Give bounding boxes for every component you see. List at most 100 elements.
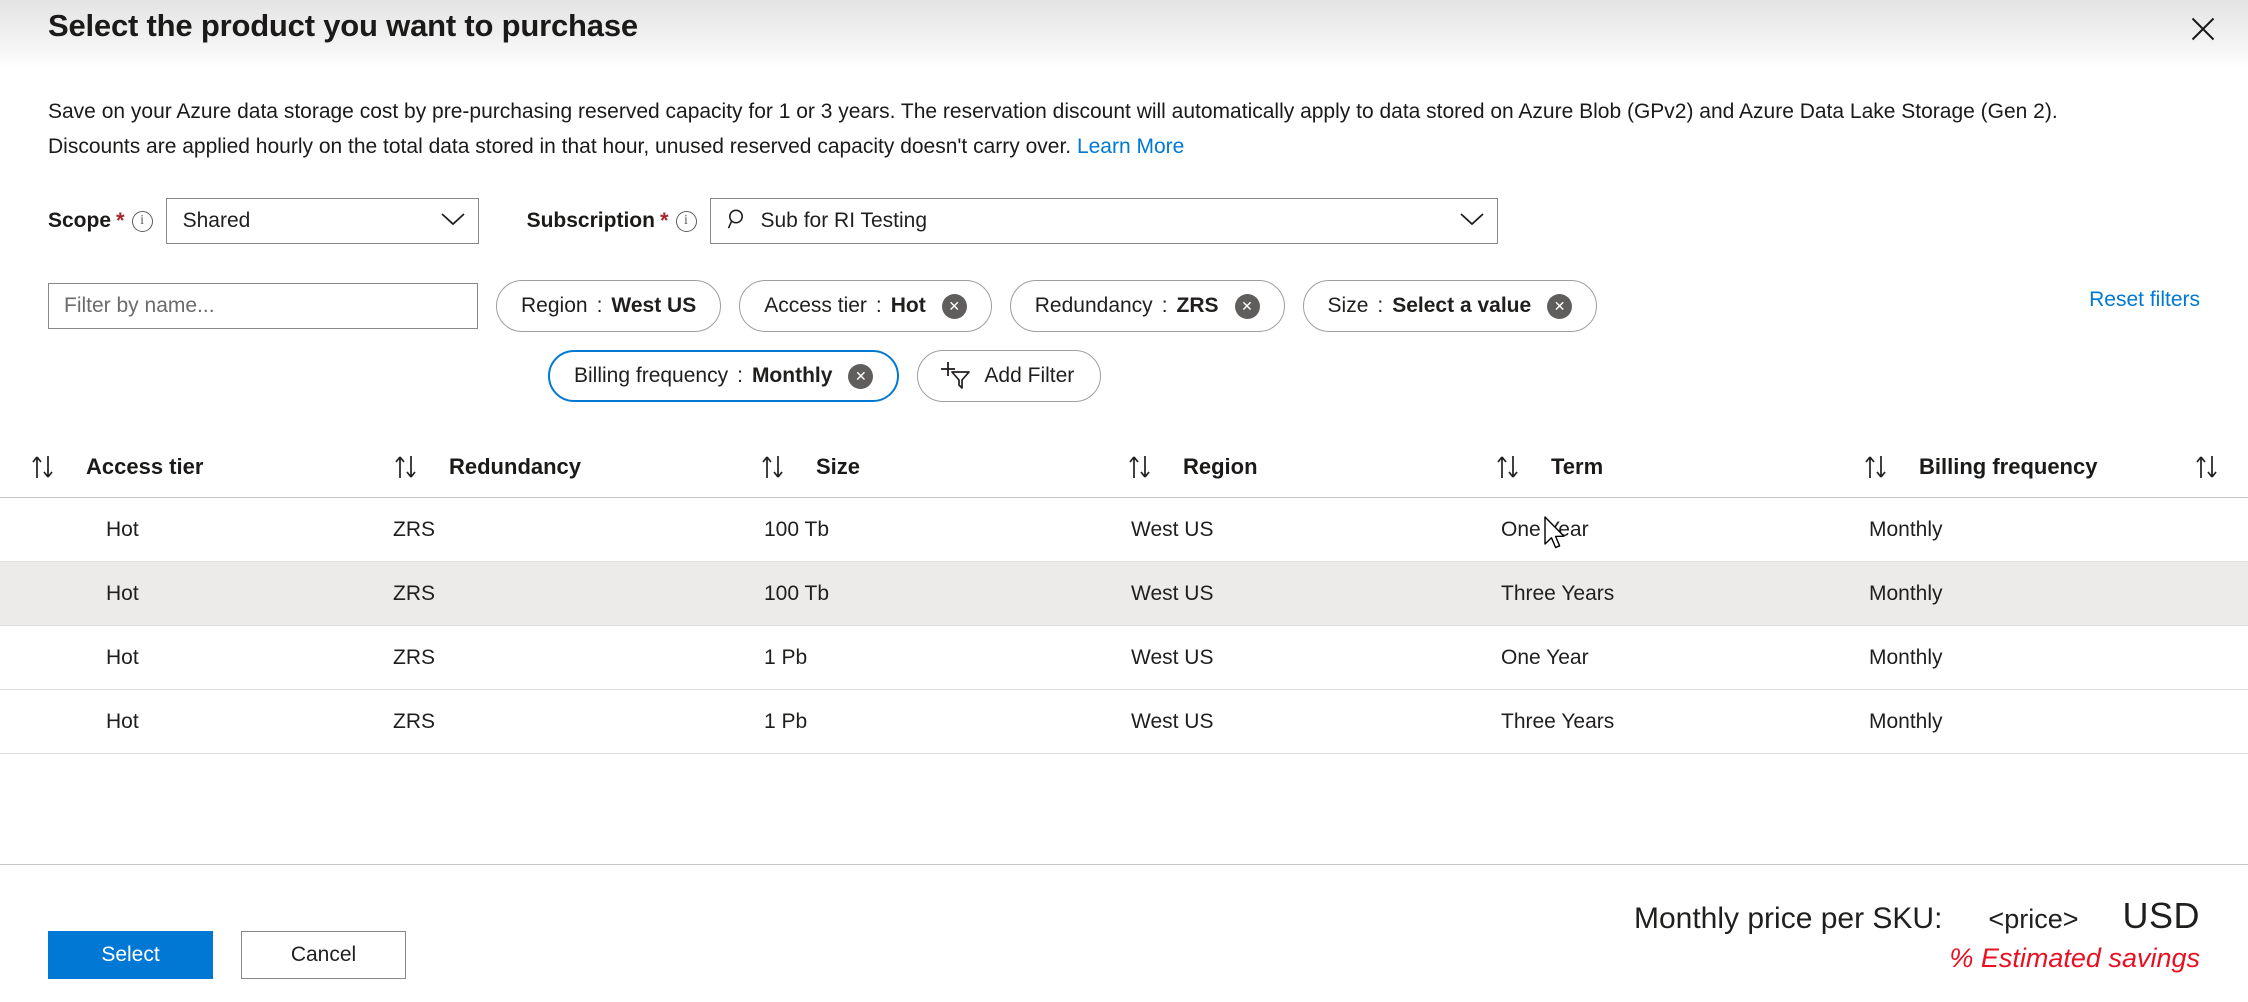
column-header-term[interactable]: Term [1495,454,1863,480]
filter-pill-value: West US [611,294,696,318]
column-header-size[interactable]: Size [760,454,1127,480]
cell-redundancy: ZRS [393,518,760,542]
subscription-select[interactable]: Sub for RI Testing [710,198,1498,244]
estimated-savings: % Estimated savings [1634,943,2200,974]
subscription-required-mark: * [660,210,669,232]
sort-icon[interactable] [1863,454,1893,480]
filter-pill-key: Billing frequency [574,364,728,388]
filter-pill-separator: : [1162,294,1168,318]
scope-required-mark: * [116,210,125,232]
sort-icon[interactable] [30,454,60,480]
dialog-body: Save on your Azure data storage cost by … [0,68,2248,864]
sort-icon[interactable] [393,454,423,480]
filter-pill-size[interactable]: Size : Select a value ✕ [1303,280,1598,332]
filter-pill-access-tier[interactable]: Access tier : Hot ✕ [739,280,992,332]
filter-pill-key: Access tier [764,294,867,318]
price-label: Monthly price per SKU: [1634,902,1942,936]
cell-region: West US [1127,710,1495,734]
filter-pill-key: Redundancy [1035,294,1153,318]
chevron-down-icon [1459,211,1485,232]
filter-pill-separator: : [876,294,882,318]
cell-region: West US [1127,582,1495,606]
cell-redundancy: ZRS [393,646,760,670]
column-header-billing-frequency[interactable]: Billing frequency [1863,454,2163,480]
cancel-button[interactable]: Cancel [241,931,406,979]
filter-bar: Region : West US Access tier : Hot ✕ Red… [48,280,2200,332]
cell-redundancy: ZRS [393,710,760,734]
column-header-label: Billing frequency [1919,454,2097,480]
cell-size: 1 Pb [760,710,1127,734]
cell-term: Three Years [1495,582,1863,606]
sort-icon[interactable] [760,454,790,480]
filter-bar-second-row: Billing frequency : Monthly ✕ Add Filter [548,350,2200,402]
info-icon[interactable]: i [132,211,153,232]
learn-more-link[interactable]: Learn More [1077,135,1184,158]
scope-subscription-row: Scope * i Shared Subscription * i [48,198,2200,244]
select-button[interactable]: Select [48,931,213,979]
info-icon[interactable]: i [676,211,697,232]
column-header-redundancy[interactable]: Redundancy [393,454,760,480]
column-header-label: Access tier [86,454,203,480]
page-title: Select the product you want to purchase [48,8,638,44]
sort-icon[interactable] [1127,454,1157,480]
price-summary: Monthly price per SKU: <price> USD % Est… [1634,895,2200,974]
cell-billing-frequency: Monthly [1863,646,2163,670]
filter-pill-region[interactable]: Region : West US [496,280,721,332]
close-icon[interactable]: ✕ [1547,294,1572,319]
name-filter-input[interactable] [48,283,478,329]
cell-access-tier: Hot [30,518,393,542]
add-filter-icon [938,361,972,391]
close-icon[interactable]: ✕ [848,364,873,389]
price-currency: USD [2122,895,2200,937]
scope-select[interactable]: Shared [166,198,479,244]
cell-term: Three Years [1495,710,1863,734]
cell-size: 100 Tb [760,582,1127,606]
cell-access-tier: Hot [30,582,393,606]
cell-access-tier: Hot [30,646,393,670]
filter-pill-key: Region [521,294,588,318]
chevron-down-icon [440,211,466,232]
filter-pill-separator: : [1377,294,1383,318]
filter-pill-value: Monthly [752,364,832,388]
column-header-access-tier[interactable]: Access tier [30,454,393,480]
filter-pill-billing-frequency[interactable]: Billing frequency : Monthly ✕ [548,350,899,402]
close-icon[interactable]: ✕ [942,294,967,319]
add-filter-button[interactable]: Add Filter [917,350,1101,402]
column-header-label: Region [1183,454,1258,480]
dialog-header: Select the product you want to purchase [0,0,2248,68]
dialog-description: Save on your Azure data storage cost by … [48,94,2153,164]
close-icon[interactable] [2176,2,2230,56]
products-table: Access tier Redundancy [0,436,2248,864]
column-header-region[interactable]: Region [1127,454,1495,480]
cell-redundancy: ZRS [393,582,760,606]
table-row[interactable]: Hot ZRS 1 Pb West US Three Years Monthly [0,690,2248,754]
table-row[interactable]: Hot ZRS 100 Tb West US Three Years Month… [0,562,2248,626]
cell-billing-frequency: Monthly [1863,518,2163,542]
close-icon[interactable]: ✕ [1235,294,1260,319]
cell-region: West US [1127,518,1495,542]
sort-icon[interactable] [1495,454,1525,480]
subscription-label: Subscription [527,209,655,233]
sort-icon[interactable] [2194,454,2224,480]
column-header-trailing[interactable] [2163,454,2224,480]
reset-filters-link[interactable]: Reset filters [2089,288,2200,312]
table-empty-space [0,754,2248,864]
table-row[interactable]: Hot ZRS 100 Tb West US One Year Monthly [0,498,2248,562]
cell-size: 1 Pb [760,646,1127,670]
price-line: Monthly price per SKU: <price> USD [1634,895,2200,937]
dialog-footer: Select Cancel Monthly price per SKU: <pr… [0,864,2248,1002]
cell-size: 100 Tb [760,518,1127,542]
filter-pill-key: Size [1328,294,1369,318]
cell-term: One Year [1495,646,1863,670]
cell-term: One Year [1495,518,1863,542]
cell-billing-frequency: Monthly [1863,582,2163,606]
subscription-select-value: Sub for RI Testing [761,209,1451,233]
cell-access-tier: Hot [30,710,393,734]
filter-pill-redundancy[interactable]: Redundancy : ZRS ✕ [1010,280,1285,332]
filter-pill-separator: : [597,294,603,318]
column-header-label: Size [816,454,860,480]
table-row[interactable]: Hot ZRS 1 Pb West US One Year Monthly [0,626,2248,690]
cell-billing-frequency: Monthly [1863,710,2163,734]
filter-pill-value: ZRS [1177,294,1219,318]
column-header-label: Term [1551,454,1603,480]
